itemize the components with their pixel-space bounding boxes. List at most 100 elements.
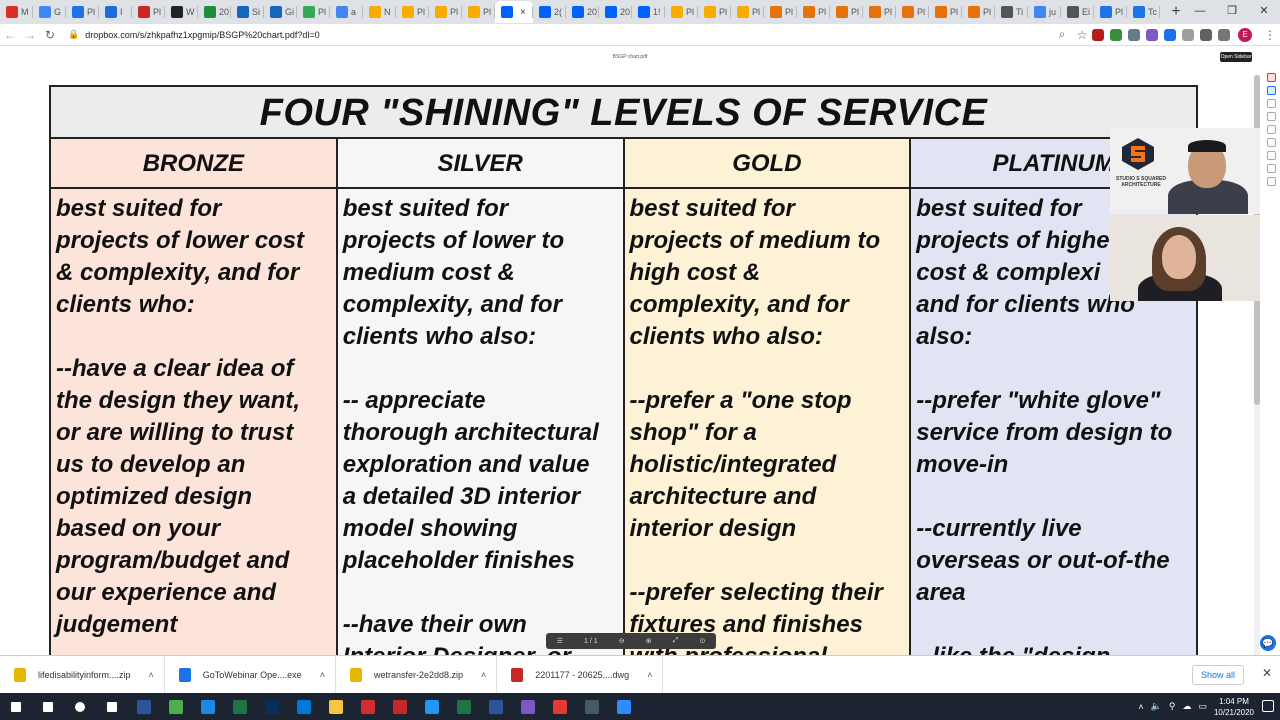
speaker-icon[interactable]: 🔈 xyxy=(1151,701,1162,712)
extension-icon[interactable] xyxy=(1146,28,1158,41)
taskbar-cortana-icon[interactable] xyxy=(64,693,96,720)
browser-tab[interactable]: ju xyxy=(1028,1,1061,23)
browser-tab[interactable]: 2( xyxy=(533,1,566,23)
show-all-button[interactable]: Show all xyxy=(1191,665,1244,685)
address-bar[interactable]: dropbox.com/s/zhkpafhz1xpgmip/BSGP%20cha… xyxy=(85,30,1052,40)
taskbar-acrobat-icon[interactable] xyxy=(352,693,384,720)
rail-icon-2[interactable] xyxy=(1266,86,1276,95)
bookmark-star-icon[interactable]: ☆ xyxy=(1072,28,1092,42)
browser-tab[interactable]: M xyxy=(0,1,33,23)
cloud-icon[interactable]: ☁ xyxy=(1182,701,1191,712)
taskbar-photoshop-icon[interactable] xyxy=(256,693,288,720)
taskbar-word-2-icon[interactable] xyxy=(480,693,512,720)
browser-tab[interactable]: Tc xyxy=(1127,1,1160,23)
extension-icon[interactable] xyxy=(1200,28,1212,41)
browser-tab[interactable]: Pl xyxy=(929,1,962,23)
browser-tab[interactable]: Pl xyxy=(830,1,863,23)
browser-tab[interactable]: Pl xyxy=(462,1,495,23)
taskbar-file-explorer-icon[interactable] xyxy=(320,693,352,720)
close-tab-icon[interactable]: × xyxy=(520,7,526,18)
thumbnail-icon[interactable]: ☰ xyxy=(557,637,563,645)
back-icon[interactable]: ← xyxy=(0,28,20,42)
open-sidebar-button[interactable]: Open Sidebar xyxy=(1220,52,1252,62)
zoom-icon[interactable]: ⌕ xyxy=(1052,27,1072,42)
taskbar-word-icon[interactable] xyxy=(128,693,160,720)
close-downloads-button[interactable]: ✕ xyxy=(1262,666,1272,680)
network-icon[interactable]: ⚲ xyxy=(1169,701,1176,712)
download-item[interactable]: 2201177 - 20625....dwg ˄ xyxy=(497,655,664,694)
reload-icon[interactable]: ↻ xyxy=(40,28,60,42)
fullscreen-icon[interactable]: ⤢ xyxy=(673,637,679,645)
browser-tab[interactable]: Gi xyxy=(264,1,297,23)
browser-tab[interactable]: Pl xyxy=(962,1,995,23)
browser-tab[interactable]: G xyxy=(33,1,66,23)
browser-tab[interactable]: W xyxy=(165,1,198,23)
zoom-out-icon[interactable]: ⊖ xyxy=(619,637,625,645)
fit-icon[interactable]: ⊙ xyxy=(700,637,706,645)
taskbar-app-purple-icon[interactable] xyxy=(512,693,544,720)
browser-tab[interactable]: N xyxy=(363,1,396,23)
chat-icon[interactable]: 💬 xyxy=(1260,635,1276,651)
browser-tab[interactable]: Pl xyxy=(396,1,429,23)
browser-tab[interactable]: Pl xyxy=(764,1,797,23)
taskbar-task-view-icon[interactable] xyxy=(96,693,128,720)
extension-icon[interactable] xyxy=(1128,28,1140,41)
browser-tab[interactable]: Pl xyxy=(1094,1,1127,23)
browser-tab[interactable]: Pl xyxy=(66,1,99,23)
browser-tab[interactable]: a xyxy=(330,1,363,23)
close-window-button[interactable]: ✕ xyxy=(1248,0,1280,24)
browser-tab[interactable]: Pl xyxy=(429,1,462,23)
chevron-up-icon[interactable]: ˄ xyxy=(320,670,325,680)
taskbar-app-red-icon[interactable] xyxy=(544,693,576,720)
browser-tab[interactable]: Pl xyxy=(297,1,330,23)
video-tile-guest[interactable] xyxy=(1110,215,1260,301)
rail-icon-4[interactable] xyxy=(1266,112,1276,121)
chevron-up-icon[interactable]: ˄ xyxy=(481,670,486,680)
chevron-up-icon[interactable]: ˄ xyxy=(149,670,154,680)
notification-icon[interactable] xyxy=(1262,700,1274,712)
browser-tab[interactable]: Pl xyxy=(698,1,731,23)
browser-tab[interactable]: 20 xyxy=(198,1,231,23)
browser-tab[interactable]: Ti xyxy=(995,1,1028,23)
taskbar-app-dark-icon[interactable] xyxy=(576,693,608,720)
browser-tab[interactable]: × xyxy=(495,1,533,23)
extension-icon[interactable] xyxy=(1164,28,1176,41)
taskbar-excel-2-icon[interactable] xyxy=(448,693,480,720)
browser-tab[interactable]: Pl xyxy=(132,1,165,23)
browser-tab[interactable]: I xyxy=(99,1,132,23)
taskbar-search-icon[interactable] xyxy=(32,693,64,720)
extension-icon[interactable] xyxy=(1110,28,1122,41)
extension-icon[interactable] xyxy=(1218,28,1230,41)
browser-tab[interactable]: Si xyxy=(231,1,264,23)
lock-icon[interactable]: 🔒 xyxy=(68,29,79,40)
browser-tab[interactable]: Pl xyxy=(863,1,896,23)
browser-tab[interactable]: Pl xyxy=(896,1,929,23)
rail-icon-9[interactable] xyxy=(1266,177,1276,186)
taskbar-app-ring-icon[interactable] xyxy=(416,693,448,720)
video-tile-host[interactable]: STUDIO S SQUARED ARCHITECTURE xyxy=(1110,128,1260,214)
taskbar-chrome-icon[interactable] xyxy=(160,693,192,720)
menu-icon[interactable]: ⋮ xyxy=(1260,28,1280,42)
chevron-up-icon[interactable]: ˄ xyxy=(647,670,652,680)
rail-icon-7[interactable] xyxy=(1266,151,1276,160)
browser-tab[interactable]: 1! xyxy=(632,1,665,23)
rail-icon-3[interactable] xyxy=(1266,99,1276,108)
taskbar-app-blue-icon[interactable] xyxy=(192,693,224,720)
clock[interactable]: 1:04 PM 10/21/2020 xyxy=(1214,696,1254,718)
zoom-in-icon[interactable]: ⊕ xyxy=(646,637,652,645)
taskbar-zoom-icon[interactable] xyxy=(608,693,640,720)
forward-icon[interactable]: → xyxy=(20,28,40,42)
battery-icon[interactable]: ▭ xyxy=(1198,701,1207,712)
rail-icon-8[interactable] xyxy=(1266,164,1276,173)
browser-tab[interactable]: Pl xyxy=(665,1,698,23)
browser-tab[interactable]: 20 xyxy=(599,1,632,23)
download-item[interactable]: lifedisabilityinform....zip ˄ xyxy=(0,655,165,694)
rail-icon-6[interactable] xyxy=(1266,138,1276,147)
rail-icon-5[interactable] xyxy=(1266,125,1276,134)
rail-icon-1[interactable] xyxy=(1266,73,1276,82)
extension-icon[interactable] xyxy=(1182,28,1194,41)
browser-tab[interactable]: Ei xyxy=(1061,1,1094,23)
tray-chevron-icon[interactable]: ˄ xyxy=(1138,702,1143,712)
browser-tab[interactable]: Pl xyxy=(797,1,830,23)
maximize-button[interactable]: ❐ xyxy=(1216,0,1248,24)
